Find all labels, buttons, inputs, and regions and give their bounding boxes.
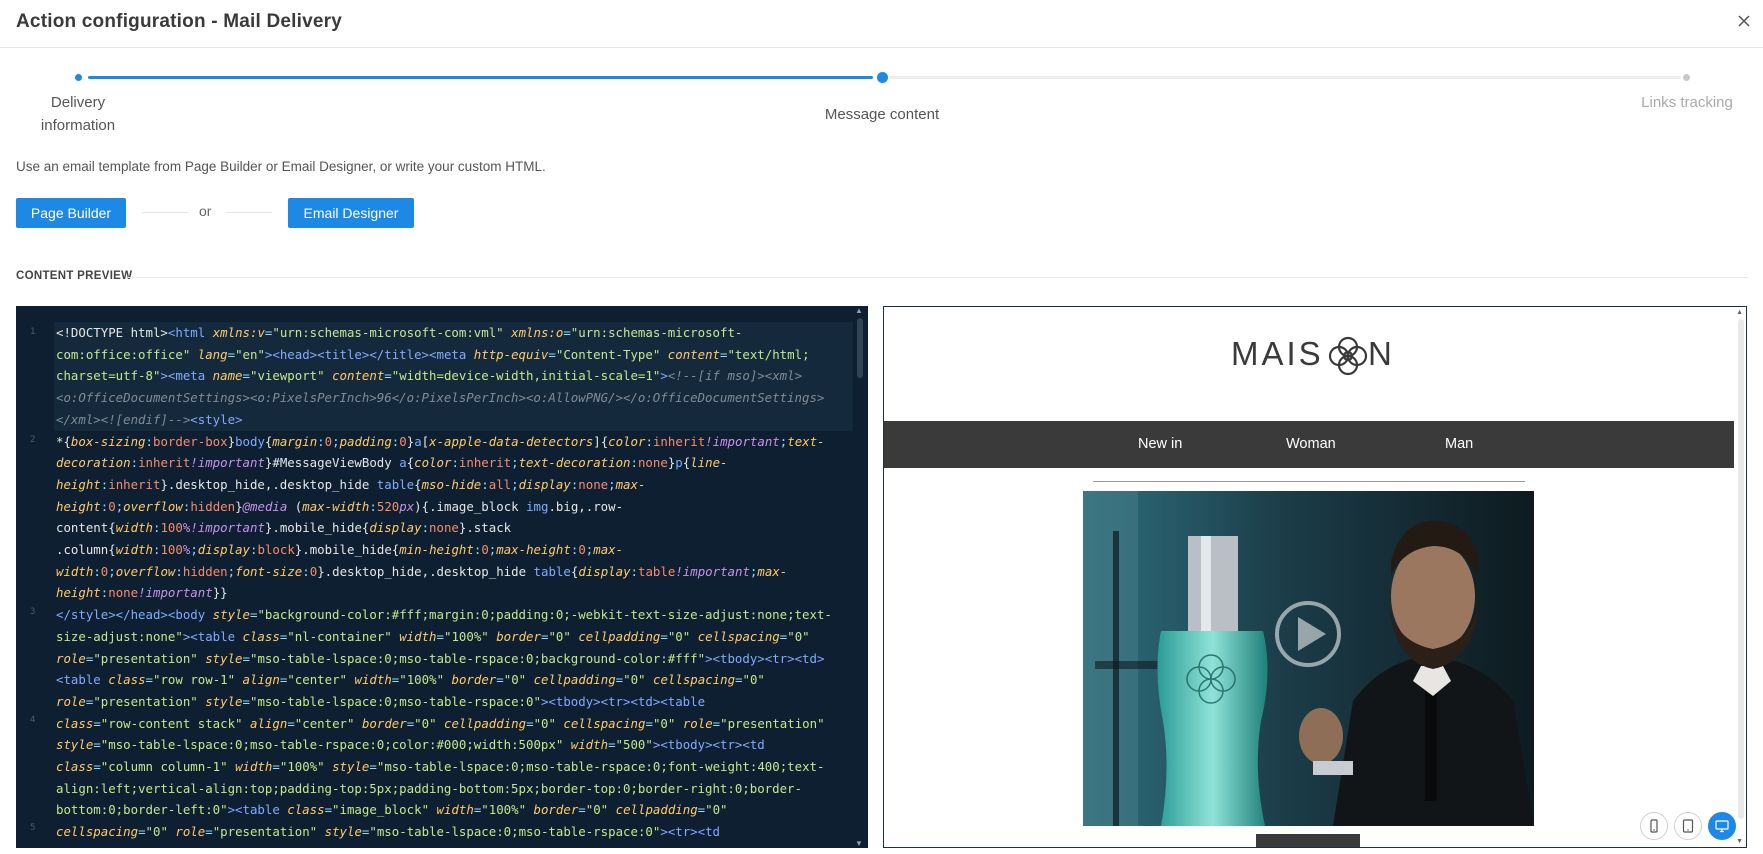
mobile-icon [1650, 819, 1658, 833]
or-divider-left [142, 212, 188, 213]
line-number: 1 [30, 327, 36, 337]
modal-title: Action configuration - Mail Delivery [16, 11, 343, 32]
or-text: or [199, 203, 212, 219]
email-divider [1093, 481, 1525, 482]
email-preview[interactable]: MAIS N New in Woman Man ▲ ▼ [883, 306, 1747, 848]
line-number: 4 [30, 715, 36, 725]
step-track-completed [88, 76, 873, 79]
code-content[interactable]: <!DOCTYPE html><html xmlns:v="urn:schema… [56, 322, 856, 843]
stepper: Delivery information Message content Lin… [0, 60, 1763, 140]
hero-video-thumbnail[interactable] [1083, 491, 1534, 826]
step-label-links-tracking[interactable]: Links tracking [1622, 91, 1752, 114]
email-designer-button[interactable]: Email Designer [288, 198, 414, 228]
step-dot-message-content[interactable] [877, 72, 888, 83]
step-track-upcoming [889, 76, 1681, 79]
tablet-icon [1682, 819, 1694, 833]
header-divider [0, 47, 1763, 48]
mobile-view-button[interactable] [1640, 812, 1668, 840]
editor-scrollbar[interactable]: ▲ ▼ [853, 306, 867, 848]
nav-link-man[interactable]: Man [1445, 421, 1473, 468]
page-builder-button[interactable]: Page Builder [16, 198, 126, 228]
section-divider [128, 277, 1748, 278]
line-number: 5 [30, 823, 36, 833]
desktop-icon [1715, 820, 1729, 833]
preview-scroll-up-icon[interactable]: ▲ [1736, 309, 1743, 316]
step-dot-links-tracking[interactable] [1683, 74, 1690, 81]
step-label-line: information [40, 117, 116, 134]
step-label-delivery-information[interactable]: Delivery information [28, 91, 128, 137]
scroll-down-icon[interactable]: ▼ [855, 839, 863, 848]
preview-scrollbar[interactable] [1738, 319, 1744, 819]
email-nav-bar: New in Woman Man [884, 421, 1734, 468]
svg-text:MAIS: MAIS [1231, 335, 1324, 372]
maison-logo: MAIS N [884, 327, 1746, 388]
desktop-view-button[interactable] [1708, 812, 1736, 840]
or-divider-right [226, 212, 272, 213]
step-label-line: Delivery [50, 94, 106, 111]
nav-link-new-in[interactable]: New in [1138, 421, 1182, 468]
line-number: 3 [30, 607, 36, 617]
html-code-editor[interactable]: 1 2 3 4 5 <!DOCTYPE html><html xmlns:v="… [16, 306, 868, 848]
preview-scroll-down-icon[interactable]: ▼ [1736, 838, 1743, 845]
nav-link-woman[interactable]: Woman [1286, 421, 1336, 468]
line-number: 2 [30, 435, 36, 445]
svg-text:N: N [1368, 335, 1392, 372]
step-dot-delivery[interactable] [75, 74, 82, 81]
close-icon[interactable] [1733, 10, 1755, 32]
editor-scroll-thumb[interactable] [857, 318, 863, 378]
step-label-message-content[interactable]: Message content [802, 103, 962, 126]
editor-gutter: 1 2 3 4 5 [16, 306, 54, 848]
email-cta-button[interactable] [1256, 834, 1360, 847]
instruction-text: Use an email template from Page Builder … [16, 159, 546, 174]
content-preview-heading: CONTENT PREVIEW [16, 270, 133, 282]
tablet-view-button[interactable] [1674, 812, 1702, 840]
scroll-up-icon[interactable]: ▲ [855, 306, 863, 315]
